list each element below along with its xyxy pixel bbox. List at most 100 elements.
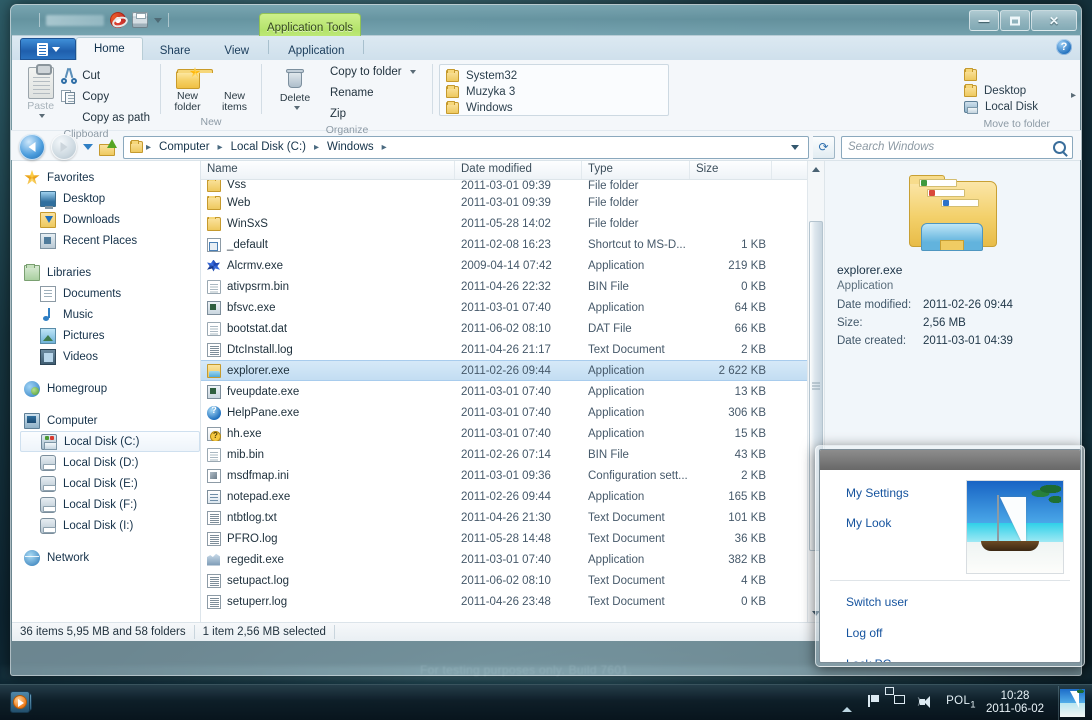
table-row[interactable]: _default 2011-02-08 16:23 Shortcut to MS-D… bbox=[201, 234, 824, 255]
table-row[interactable]: ntbtlog.txt 2011-04-26 21:30 Text Document… bbox=[201, 507, 824, 528]
sidebar-item-favorites[interactable]: Favorites bbox=[20, 167, 200, 188]
sidebar-item-music[interactable]: Music bbox=[20, 304, 200, 325]
breadcrumb-windows[interactable]: Windows bbox=[322, 140, 379, 154]
action-center-flag-icon[interactable] bbox=[868, 695, 884, 711]
table-row[interactable]: ativpsrm.bin 2011-04-26 22:32 BIN File 0 KB bbox=[201, 276, 824, 297]
column-header-size[interactable]: Size bbox=[690, 161, 772, 179]
breadcrumb-separator-icon[interactable]: ▸ bbox=[381, 142, 388, 153]
sidebar-item-videos[interactable]: Videos bbox=[20, 346, 200, 367]
show-desktop-button[interactable] bbox=[1058, 685, 1086, 720]
refresh-button[interactable]: ⟳ bbox=[813, 135, 835, 159]
breadcrumb-separator-icon[interactable]: ▸ bbox=[313, 142, 320, 153]
network-icon[interactable] bbox=[894, 695, 910, 711]
sidebar-item-local-disk-i[interactable]: Local Disk (I:) bbox=[20, 515, 200, 536]
close-button[interactable]: ✕ bbox=[1031, 10, 1077, 31]
tab-application[interactable]: Application bbox=[271, 40, 361, 62]
copy-as-path-button[interactable]: Copy as path bbox=[61, 108, 154, 128]
table-row[interactable]: DtcInstall.log 2011-04-26 21:17 Text Docum… bbox=[201, 339, 824, 360]
sidebar-item-computer[interactable]: Computer bbox=[20, 410, 200, 431]
breadcrumb-separator-icon[interactable]: ▸ bbox=[217, 142, 224, 153]
sidebar-item-local-disk-d[interactable]: Local Disk (D:) bbox=[20, 452, 200, 473]
sidebar-item-pictures[interactable]: Pictures bbox=[20, 325, 200, 346]
sidebar-item-local-disk-c[interactable]: Local Disk (C:) bbox=[20, 431, 200, 452]
copy-button[interactable]: Copy bbox=[61, 87, 154, 107]
tab-share[interactable]: Share bbox=[143, 40, 208, 62]
show-hidden-icons-button[interactable] bbox=[842, 694, 858, 712]
move-to-folder-item[interactable]: Local Disk bbox=[964, 99, 1068, 115]
minimize-button[interactable] bbox=[969, 10, 999, 31]
sidebar-item-homegroup[interactable]: Homegroup bbox=[20, 378, 200, 399]
tab-view[interactable]: View bbox=[207, 40, 266, 62]
tab-home[interactable]: Home bbox=[76, 37, 143, 61]
file-menu-button[interactable] bbox=[20, 38, 76, 60]
help-icon[interactable]: ? bbox=[1056, 39, 1072, 55]
sidebar-item-documents[interactable]: Documents bbox=[20, 283, 200, 304]
table-row[interactable]: regedit.exe 2011-03-01 07:40 Application 38… bbox=[201, 549, 824, 570]
paste-button[interactable]: Paste bbox=[26, 64, 55, 118]
zip-button[interactable]: Zip bbox=[330, 104, 420, 124]
sidebar-item-recent-places[interactable]: Recent Places bbox=[20, 230, 200, 251]
gallery-more-chevron-icon[interactable]: ▸ bbox=[1071, 90, 1076, 101]
recent-pages-chevron-down-icon[interactable] bbox=[83, 144, 93, 150]
move-to-folder-gallery-right[interactable]: Desktop Local Disk bbox=[958, 64, 1074, 116]
table-row[interactable]: setupact.log 2011-06-02 08:10 Text Documen… bbox=[201, 570, 824, 591]
table-row[interactable]: fveupdate.exe 2011-03-01 07:40 Application… bbox=[201, 381, 824, 402]
table-row[interactable]: Vss 2011-03-01 09:39 File folder bbox=[201, 180, 824, 192]
title-bar[interactable]: Application Tools ✕ bbox=[11, 5, 1081, 43]
table-row[interactable]: bootstat.dat 2011-06-02 08:10 DAT File 66 K… bbox=[201, 318, 824, 339]
sidebar-item-local-disk-f[interactable]: Local Disk (F:) bbox=[20, 494, 200, 515]
up-button[interactable] bbox=[99, 138, 117, 156]
delete-button[interactable]: Delete bbox=[272, 66, 318, 110]
table-row[interactable]: explorer.exe 2011-02-26 09:44 Application 2… bbox=[201, 360, 824, 381]
log-off-link[interactable]: Log off bbox=[846, 626, 1080, 640]
move-to-folder-item[interactable]: Windows bbox=[446, 100, 662, 115]
table-row[interactable]: HelpPane.exe 2011-03-01 07:40 Application 3… bbox=[201, 402, 824, 423]
scroll-up-button[interactable] bbox=[808, 161, 824, 178]
new-items-button[interactable]: New items bbox=[214, 66, 255, 113]
sidebar-item-downloads[interactable]: Downloads bbox=[20, 209, 200, 230]
internet-explorer-icon[interactable] bbox=[110, 12, 126, 28]
column-header-name[interactable]: Name bbox=[201, 161, 455, 179]
table-row[interactable]: PFRO.log 2011-05-28 14:48 Text Document 36 … bbox=[201, 528, 824, 549]
rename-button[interactable]: Rename bbox=[330, 83, 420, 103]
print-icon[interactable] bbox=[132, 12, 148, 28]
address-history-chevron-down-icon[interactable] bbox=[791, 144, 799, 150]
table-row[interactable]: mib.bin 2011-02-26 07:14 BIN File 43 KB bbox=[201, 444, 824, 465]
move-to-folder-item[interactable]: Desktop bbox=[964, 83, 1068, 99]
table-row[interactable]: bfsvc.exe 2011-03-01 07:40 Application 64 K… bbox=[201, 297, 824, 318]
switch-user-link[interactable]: Switch user bbox=[846, 595, 1080, 609]
breadcrumb-computer[interactable]: Computer bbox=[154, 140, 215, 154]
user-account-picture[interactable] bbox=[966, 480, 1064, 574]
sidebar-item-local-disk-e[interactable]: Local Disk (E:) bbox=[20, 473, 200, 494]
back-button[interactable] bbox=[19, 134, 45, 160]
breadcrumb-separator-icon[interactable]: ▸ bbox=[145, 142, 152, 153]
maximize-button[interactable] bbox=[1000, 10, 1030, 31]
move-to-folder-item[interactable]: Muzyka 3 bbox=[446, 84, 662, 100]
lock-pc-link[interactable]: Lock PC bbox=[846, 657, 1080, 662]
quick-access-toolbar[interactable] bbox=[33, 9, 175, 31]
customize-qat-icon[interactable] bbox=[154, 17, 162, 23]
sidebar-item-network[interactable]: Network bbox=[20, 547, 200, 568]
table-row[interactable]: WinSxS 2011-05-28 14:02 File folder bbox=[201, 213, 824, 234]
table-row[interactable]: notepad.exe 2011-02-26 09:44 Application 16… bbox=[201, 486, 824, 507]
table-row[interactable]: Web 2011-03-01 09:39 File folder bbox=[201, 192, 824, 213]
move-to-folder-gallery-left[interactable]: System32 Muzyka 3 Windows bbox=[439, 64, 669, 116]
column-header-type[interactable]: Type bbox=[582, 161, 690, 179]
table-row[interactable]: Alcrmv.exe 2009-04-14 07:42 Application 219… bbox=[201, 255, 824, 276]
column-header-date-modified[interactable]: Date modified bbox=[455, 161, 582, 179]
language-indicator[interactable]: POL1 bbox=[946, 695, 976, 710]
move-to-folder-item[interactable] bbox=[964, 67, 1068, 83]
search-input[interactable] bbox=[848, 141, 1053, 153]
table-row[interactable]: msdfmap.ini 2011-03-01 09:36 Configuration… bbox=[201, 465, 824, 486]
forward-button[interactable] bbox=[51, 134, 77, 160]
taskbar-media-player-button[interactable] bbox=[0, 686, 44, 720]
search-box[interactable] bbox=[841, 135, 1073, 159]
table-row[interactable]: setuperr.log 2011-04-26 23:48 Text Documen… bbox=[201, 591, 824, 612]
search-icon[interactable] bbox=[1053, 140, 1066, 154]
clock[interactable]: 10:28 2011-06-02 bbox=[986, 690, 1044, 716]
cut-button[interactable]: Cut bbox=[61, 66, 154, 86]
new-folder-button[interactable]: New folder bbox=[167, 66, 213, 113]
sidebar-item-libraries[interactable]: Libraries bbox=[20, 262, 200, 283]
table-row[interactable]: hh.exe 2011-03-01 07:40 Application 15 KB bbox=[201, 423, 824, 444]
copy-to-folder-button[interactable]: Copy to folder bbox=[330, 62, 420, 82]
